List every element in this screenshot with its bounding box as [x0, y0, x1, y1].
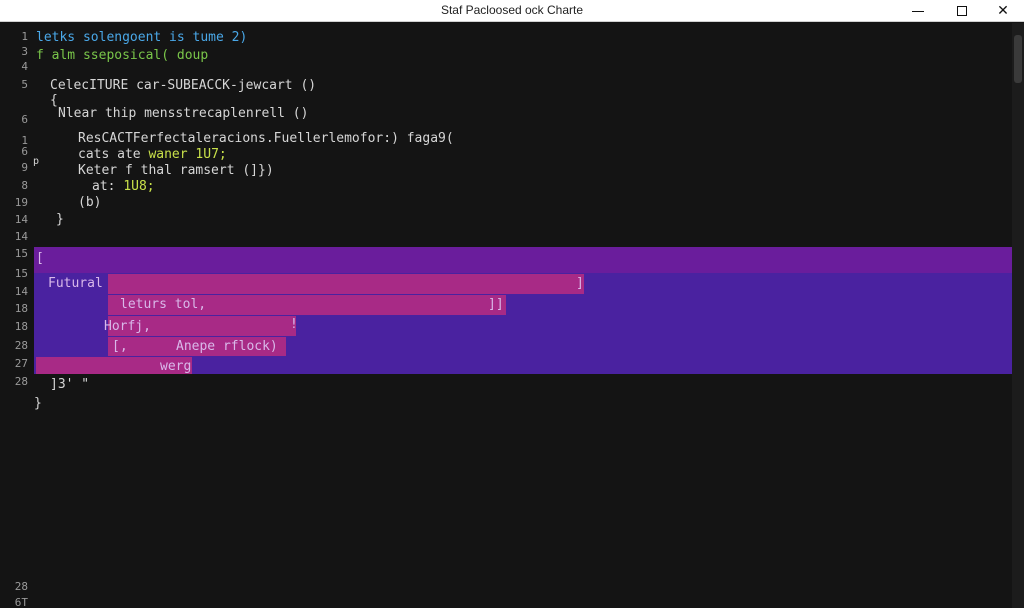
line-number: 18: [14, 302, 28, 315]
vertical-scrollbar[interactable]: [1012, 23, 1024, 608]
maximize-button[interactable]: [942, 0, 982, 22]
line-number-gutter: 1 3 4 5 6 1 6 9 8 19 14 14 15 15 14 18 1…: [0, 23, 34, 608]
line-number: 15: [14, 267, 28, 280]
line-number: 6T: [14, 596, 28, 608]
selection-text: Futural: [48, 276, 103, 291]
selection-text: Anepe rflock): [176, 339, 278, 354]
code-text: cats ate: [78, 147, 149, 162]
minimize-button[interactable]: [898, 0, 938, 22]
line-number: 3: [21, 45, 28, 58]
selection-text: !: [290, 317, 298, 332]
line-number: 9: [21, 161, 28, 174]
close-button[interactable]: ✕: [983, 0, 1023, 22]
line-number: 6: [21, 113, 28, 126]
line-number: 28: [14, 375, 28, 388]
selection-band: [34, 247, 1012, 273]
line-number: 27: [14, 357, 28, 370]
line-number: 19: [14, 196, 28, 209]
editor-window: Staf Pacloosed ock Charte ✕ 1 3 4 5 6 1 …: [0, 0, 1024, 608]
line-number: 18: [14, 320, 28, 333]
line-number: 14: [14, 285, 28, 298]
line-number: 15: [14, 247, 28, 260]
code-line: at: 1U8;: [92, 179, 155, 195]
maximize-icon: [957, 6, 967, 16]
code-line: letks solengoent is tume 2): [36, 30, 248, 45]
scrollbar-thumb[interactable]: [1014, 35, 1022, 83]
code-line: ]3' ": [50, 377, 90, 392]
line-number: 14: [14, 230, 28, 243]
selection-text: Horfj,: [104, 319, 151, 334]
minimize-icon: [912, 10, 924, 12]
code-line: }: [34, 396, 42, 411]
code-line: (b): [78, 195, 102, 210]
close-icon: ✕: [997, 3, 1009, 19]
selection-text: leturs tol,: [120, 297, 207, 312]
code-line: f alm sseposical( doup: [36, 48, 209, 63]
code-line: Nlear thip mensstrecaplenrell (): [58, 106, 309, 121]
selection-highlight: [108, 274, 584, 294]
code-line: {: [50, 93, 58, 108]
code-literal: waner 1U7;: [148, 147, 227, 162]
line-number: 5: [21, 78, 28, 91]
title-bar: Staf Pacloosed ock Charte ✕: [0, 0, 1024, 22]
line-number: 4: [21, 60, 28, 73]
selection-text: [,: [112, 339, 128, 354]
code-line: Keter f thal ramsert (]}): [78, 163, 274, 178]
line-number: 1: [21, 30, 28, 43]
selection-text: ]: [576, 276, 584, 291]
selection-text: [: [36, 251, 44, 266]
selection-text: ]]: [488, 297, 504, 312]
code-text: at:: [92, 179, 124, 194]
code-line: CelecITURE car-SUBEACCK-jewcart (): [50, 78, 317, 93]
code-line: }: [56, 212, 64, 227]
line-number: 28: [14, 339, 28, 352]
selection-text: werg: [160, 359, 192, 374]
window-title: Staf Pacloosed ock Charte: [440, 3, 584, 17]
line-number: 14: [14, 213, 28, 226]
line-number: 28: [14, 580, 28, 593]
code-line: cats ate waner 1U7;: [78, 147, 227, 163]
code-literal: 1U8;: [123, 179, 155, 194]
code-editor[interactable]: 1 3 4 5 6 1 6 9 8 19 14 14 15 15 14 18 1…: [0, 23, 1024, 608]
line-number: 6: [21, 145, 28, 158]
code-line: p: [33, 156, 40, 167]
line-number: 8: [21, 179, 28, 192]
code-line: ResCACTFerfectaleracions.Fuellerlemofor:…: [78, 131, 454, 146]
